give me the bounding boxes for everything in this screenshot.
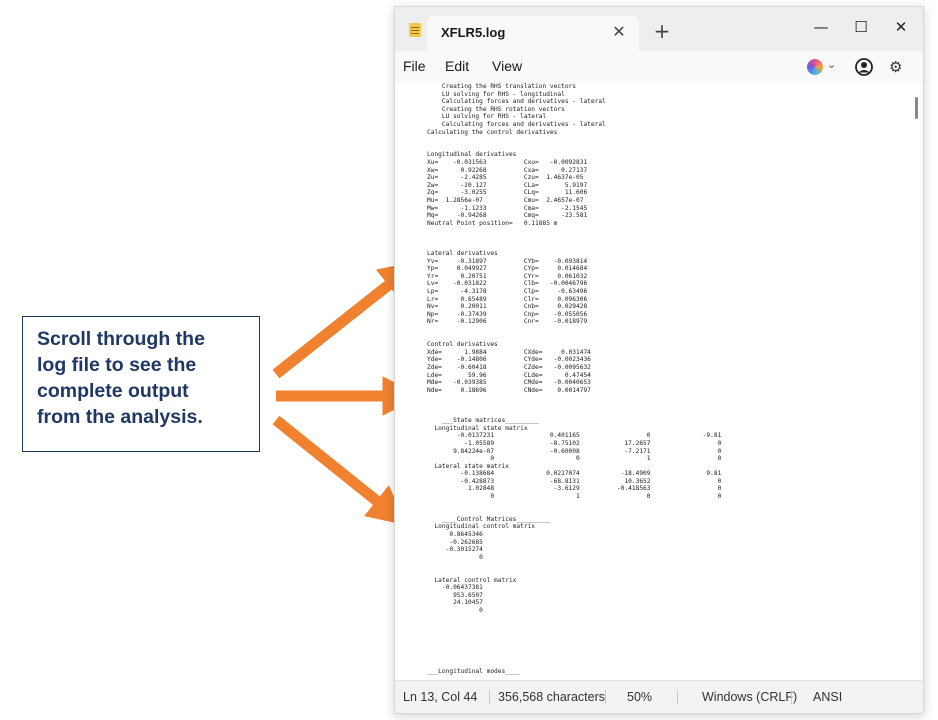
notepad-icon <box>409 23 421 37</box>
callout-box: Scroll through the log file to see the c… <box>22 316 260 452</box>
status-character-count: 356,568 characters <box>498 690 606 704</box>
minimize-button[interactable]: — <box>805 13 837 41</box>
tab-xflr5-log[interactable]: XFLR5.log ✕ <box>427 16 639 51</box>
close-icon[interactable]: ✕ <box>609 22 629 42</box>
callout-line-2: log file to see the <box>37 354 197 376</box>
account-icon[interactable] <box>855 58 873 76</box>
status-zoom[interactable]: 50% <box>627 690 652 704</box>
status-line-ending[interactable]: Windows (CRLF) <box>702 690 797 704</box>
menu-bar: File Edit View ⌄ ⚙ <box>395 51 923 83</box>
status-cursor-position: Ln 13, Col 44 <box>403 690 478 704</box>
menu-file[interactable]: File <box>403 58 426 74</box>
status-bar: Ln 13, Col 44 356,568 characters 50% Win… <box>395 680 923 713</box>
callout-line-1: Scroll through the <box>37 328 205 350</box>
close-window-button[interactable]: ✕ <box>885 13 917 41</box>
tab-title: XFLR5.log <box>441 25 506 40</box>
callout-line-4: from the analysis. <box>37 406 203 428</box>
menu-view[interactable]: View <box>492 58 522 74</box>
arrow-to-control-matrices <box>272 415 408 526</box>
text-editor[interactable]: Creating the RHS translation vectors LU … <box>395 83 923 683</box>
notepad-window: XFLR5.log ✕ + — ☐ ✕ File Edit View ⌄ ⚙ C… <box>394 6 924 714</box>
chevron-down-icon[interactable]: ⌄ <box>827 58 836 71</box>
callout-line-3: complete output <box>37 380 189 402</box>
copilot-icon[interactable] <box>807 59 823 75</box>
title-bar[interactable]: XFLR5.log ✕ + — ☐ ✕ <box>395 7 923 51</box>
gear-icon[interactable]: ⚙ <box>889 59 905 75</box>
scrollbar-thumb[interactable] <box>915 97 918 119</box>
log-text[interactable]: Creating the RHS translation vectors LU … <box>427 83 867 683</box>
vertical-scrollbar[interactable] <box>914 89 920 679</box>
arrow-to-lateral-derivatives <box>272 260 420 379</box>
status-encoding[interactable]: ANSI <box>813 690 842 704</box>
menu-edit[interactable]: Edit <box>445 58 469 74</box>
plus-icon[interactable]: + <box>651 21 673 43</box>
maximize-button[interactable]: ☐ <box>845 13 877 41</box>
